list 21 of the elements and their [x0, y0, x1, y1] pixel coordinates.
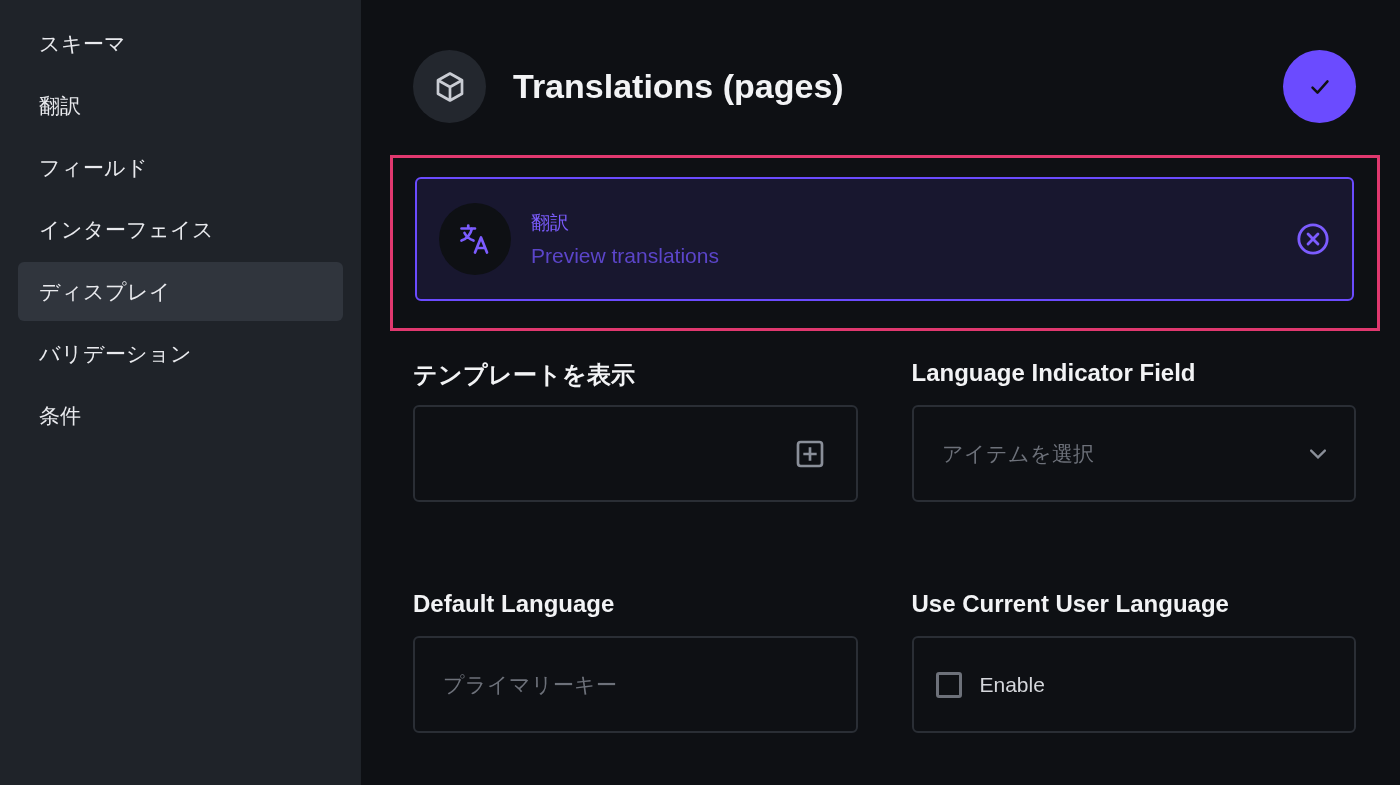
page-title: Translations (pages) — [513, 67, 845, 106]
field-label: Language Indicator Field — [911, 359, 1197, 388]
select-field[interactable]: アイテムを選択 — [911, 405, 1356, 502]
field-label: テンプレートを表示 — [413, 360, 636, 390]
display-subtitle: Preview translations — [531, 244, 720, 268]
template-field[interactable] — [413, 405, 858, 502]
selected-display-card[interactable]: 翻訳 Preview translations — [415, 177, 1354, 301]
sidebar-item[interactable]: スキーマ — [18, 14, 343, 73]
sidebar-item[interactable]: バリデーション — [18, 324, 343, 383]
remove-icon[interactable] — [1296, 222, 1330, 256]
field-label: Use Current User Language — [911, 590, 1230, 619]
sidebar-item[interactable]: フィールド — [18, 138, 343, 197]
sidebar-item[interactable]: 翻訳 — [18, 76, 343, 135]
field-label: Default Language — [413, 590, 616, 619]
chevron-down-icon — [1310, 448, 1326, 459]
enable-checkbox[interactable]: Enable — [935, 671, 1045, 698]
sidebar-item[interactable]: インターフェイス — [18, 200, 343, 259]
display-title: 翻訳 — [531, 210, 570, 235]
sidebar-item[interactable]: 条件 — [18, 386, 343, 445]
sidebar-item[interactable]: ディスプレイ — [18, 262, 343, 321]
input-field[interactable]: プライマリーキー — [413, 636, 858, 733]
